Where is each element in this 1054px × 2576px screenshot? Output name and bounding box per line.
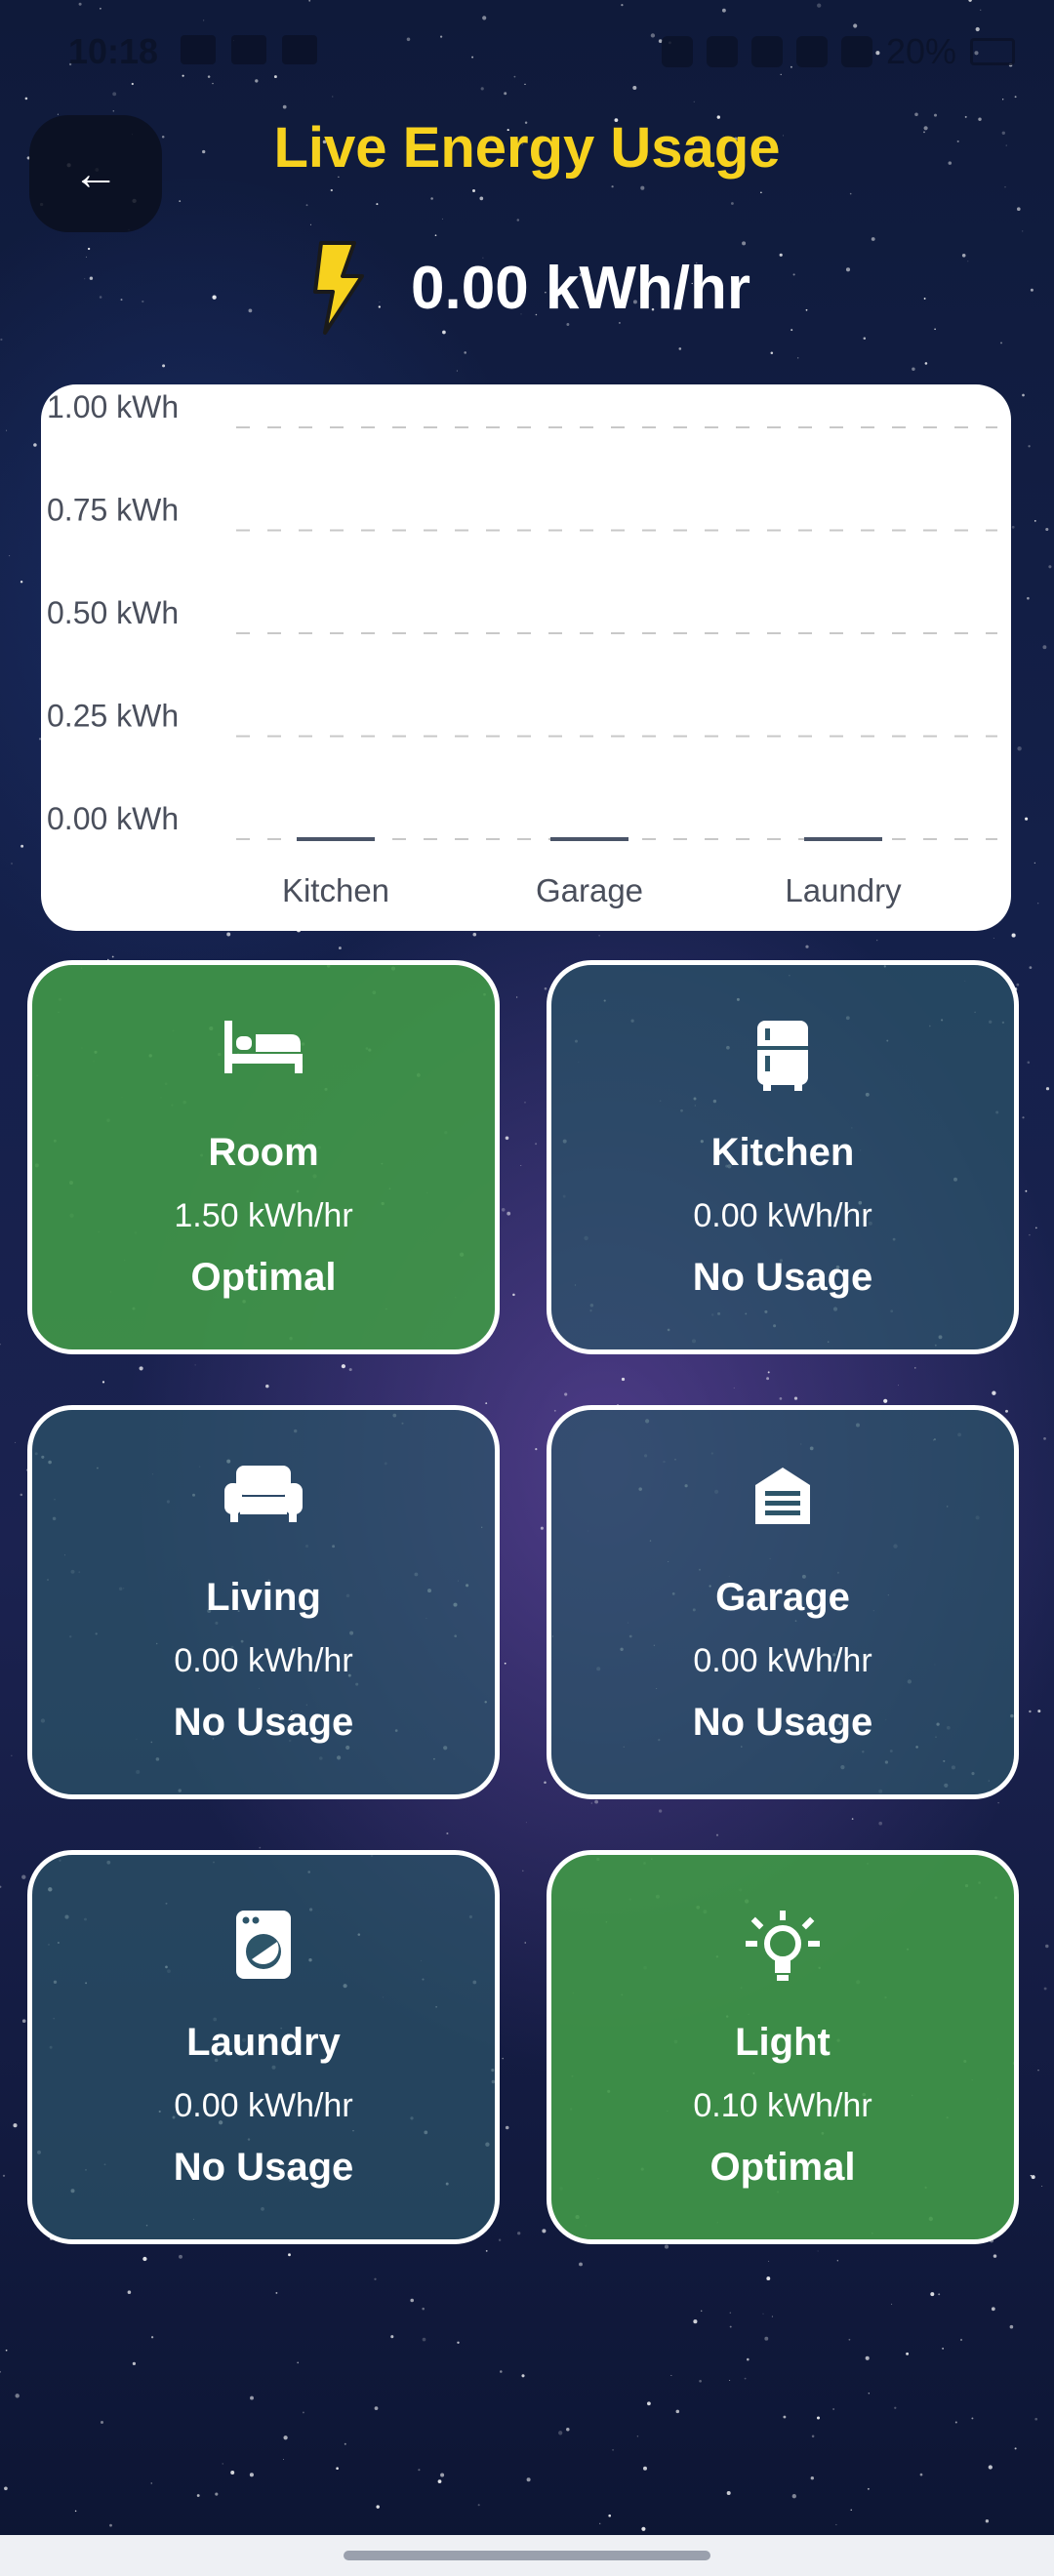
tile-status: Optimal (709, 2146, 856, 2189)
cloud-icon (231, 35, 266, 64)
fridge-icon (551, 1019, 1014, 1097)
tile-status: No Usage (692, 1701, 873, 1744)
x-tick-label: Garage (536, 872, 643, 908)
x-tick-label: Laundry (785, 872, 902, 908)
tile-status: No Usage (173, 1701, 354, 1744)
tile-room[interactable]: Room 1.50 kWh/hr Optimal (27, 960, 500, 1354)
bar-garage (550, 837, 628, 841)
tile-name: Garage (715, 1576, 850, 1619)
y-tick-label: 1.00 kWh (47, 389, 179, 424)
mute-icon (750, 36, 783, 67)
tile-name: Living (206, 1576, 321, 1619)
status-bar: 10:18 20% (0, 0, 1054, 107)
status-time: 10:18 (68, 31, 159, 71)
wifi-icon (795, 36, 828, 67)
tile-kitchen[interactable]: Kitchen 0.00 kWh/hr No Usage (547, 960, 1019, 1354)
nfc-icon (706, 36, 738, 67)
battery-percent: 20% (885, 31, 956, 71)
tile-value: 0.10 kWh/hr (693, 2087, 872, 2124)
tile-name: Light (735, 2021, 831, 2064)
y-tick-label: 0.00 kWh (47, 801, 179, 836)
sofa-icon (32, 1464, 495, 1542)
tile-value: 0.00 kWh/hr (693, 1642, 872, 1679)
tile-laundry[interactable]: Laundry 0.00 kWh/hr No Usage (27, 1850, 500, 2244)
tile-value: 0.00 kWh/hr (174, 2087, 353, 2124)
bar-chart: 0.00 kWh 0.25 kWh 0.50 kWh 0.75 kWh 1.00 kWh… (47, 389, 997, 908)
tile-value: 0.00 kWh/hr (174, 1642, 353, 1679)
usage-chart: 0.00 kWh 0.25 kWh 0.50 kWh 0.75 kWh 1.00 kWh… (41, 384, 1011, 931)
tile-name: Kitchen (710, 1131, 855, 1174)
lightning-bolt-icon (313, 241, 364, 335)
tile-value: 1.50 kWh/hr (174, 1197, 353, 1234)
washing-machine-icon (32, 1909, 495, 1987)
tile-living[interactable]: Living 0.00 kWh/hr No Usage (27, 1405, 500, 1799)
signal-icon (840, 36, 872, 67)
page-title: Live Energy Usage (273, 116, 781, 180)
home-gesture-handle[interactable] (344, 2551, 710, 2560)
bar-kitchen (297, 837, 375, 841)
tile-garage[interactable]: Garage 0.00 kWh/hr No Usage (547, 1405, 1019, 1799)
bed-icon (32, 1019, 495, 1097)
bar-laundry (804, 837, 882, 841)
battery-icon (970, 38, 1015, 65)
garage-icon (551, 1464, 1014, 1542)
notification-icons (181, 35, 317, 64)
tile-status: No Usage (173, 2146, 354, 2189)
tile-name: Laundry (186, 2021, 341, 2064)
tile-status: Optimal (190, 1256, 337, 1299)
tile-value: 0.00 kWh/hr (693, 1197, 872, 1234)
y-tick-label: 0.75 kWh (47, 493, 179, 528)
tile-name: Room (208, 1131, 319, 1174)
bluetooth-icon (661, 36, 693, 67)
lightbulb-icon (551, 1909, 1014, 1987)
status-icons-right: 20% (661, 31, 1015, 72)
x-tick-label: Kitchen (282, 872, 389, 908)
y-tick-label: 0.25 kWh (47, 699, 179, 734)
tile-status: No Usage (692, 1256, 873, 1299)
total-usage: 0.00 kWh/hr (0, 234, 1054, 342)
total-usage-value: 0.00 kWh/hr (411, 254, 750, 322)
mail-icon (282, 35, 317, 64)
notification-icon (181, 35, 216, 64)
tile-light[interactable]: Light 0.10 kWh/hr Optimal (547, 1850, 1019, 2244)
y-tick-label: 0.50 kWh (47, 595, 179, 630)
